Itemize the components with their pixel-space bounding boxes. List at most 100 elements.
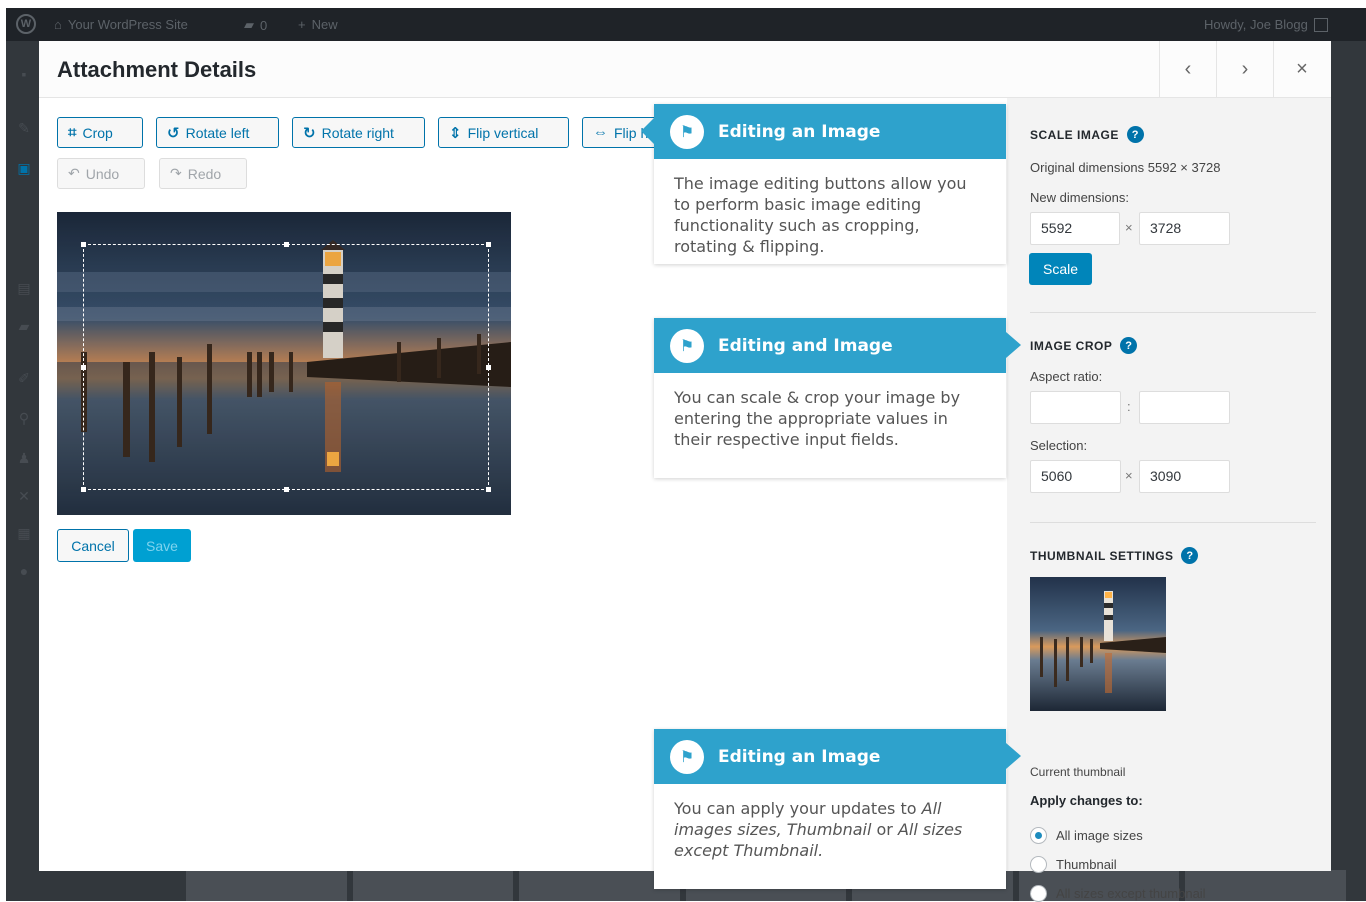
thumbnail-settings-title: Thumbnail Settings [1030,548,1174,563]
close-button[interactable]: × [1273,41,1330,98]
scale-button[interactable]: Scale [1029,253,1092,285]
tour-callout-body: You can apply your updates to All images… [654,784,1006,871]
site-name-link[interactable]: ⌂ Your WordPress Site [54,17,188,32]
collapse-icon[interactable]: ● [14,563,34,579]
comments-link[interactable]: ▰ 0 [244,17,267,33]
tour-callout-title: Editing an Image [718,121,881,142]
callout-pointer [1006,743,1021,769]
redo-button[interactable]: ↷ Redo [159,158,247,189]
radio-button[interactable] [1030,885,1047,902]
tour-callout-header: ⚑ Editing and Image [654,318,1021,373]
selection-separator: × [1125,468,1133,483]
crop-handle[interactable] [486,365,491,370]
aspect-width-input[interactable] [1030,391,1121,424]
next-button[interactable]: › [1216,41,1273,98]
section-divider [1030,522,1316,523]
tour-callout-title: Editing an Image [718,746,881,767]
rotate-left-button[interactable]: ↺ Rotate left [156,117,279,148]
callout-pointer [641,118,654,144]
dashboard-icon[interactable]: ▪ [14,66,34,82]
home-icon: ⌂ [54,17,62,32]
page-title: Attachment Details [57,57,257,82]
wordpress-logo-icon[interactable]: W [16,14,36,34]
admin-bar: W ⌂ Your WordPress Site ▰ 0 + New Howdy,… [6,8,1366,41]
avatar [1313,17,1328,32]
scale-width-input[interactable]: 5592 [1030,212,1120,245]
new-content-link[interactable]: + New [298,17,338,32]
flip-vertical-button[interactable]: ⇕ Flip vertical [438,117,569,148]
selection-height-input[interactable]: 3090 [1139,460,1230,493]
redo-label: Redo [187,165,222,182]
crop-handle[interactable] [486,487,491,492]
aspect-height-input[interactable] [1139,391,1230,424]
plugins-icon[interactable]: ⚲ [14,410,34,426]
pages-icon[interactable]: ▤ [14,280,34,296]
crop-handle[interactable] [81,365,86,370]
appearance-icon[interactable]: ✐ [14,370,34,386]
image-preview[interactable] [57,212,511,515]
redo-icon: ↷ [170,165,182,181]
rotate-right-label: Rotate right [321,124,394,141]
greeting-text: Howdy, Joe Blogg [1204,17,1308,32]
chevron-left-icon: ‹ [1184,58,1192,80]
posts-icon[interactable]: ✎ [14,120,34,136]
radio-label: All image sizes [1056,828,1143,843]
flag-icon: ⚑ [670,328,704,363]
callout-pointer [1006,332,1021,358]
crop-icon: ⌗ [68,124,77,141]
account-menu[interactable]: Howdy, Joe Blogg [1204,17,1328,32]
save-button[interactable]: Save [133,529,191,562]
crop-handle[interactable] [486,242,491,247]
tour-callout-title: Editing and Image [718,335,893,356]
scale-image-title: Scale Image [1030,127,1119,142]
current-thumbnail-image [1030,577,1166,711]
plus-icon: + [298,17,306,32]
rotate-right-button[interactable]: ↻ Rotate right [292,117,425,148]
new-dimensions-label: New dimensions: [1030,190,1129,205]
comments-menu-icon[interactable]: ▰ [14,318,34,334]
help-icon[interactable]: ? [1181,547,1199,564]
original-dimensions: Original dimensions 5592 × 3728 [1030,160,1221,175]
grid-thumb [1185,870,1347,901]
selection-width-input[interactable]: 5060 [1030,460,1121,493]
cancel-button[interactable]: Cancel [57,529,129,562]
crop-handle[interactable] [284,242,289,247]
thumbnail-photo [1030,577,1166,711]
radio-thumbnail[interactable]: Thumbnail [1030,856,1117,873]
media-icon[interactable]: ▣ [14,160,34,176]
comment-icon: ▰ [244,17,254,32]
tour-callout: ⚑ Editing an Image You can apply your up… [654,729,1021,889]
aspect-separator: : [1127,399,1131,414]
scale-height-input[interactable]: 3728 [1139,212,1230,245]
crop-handle[interactable] [284,487,289,492]
users-icon[interactable]: ♟ [14,450,34,466]
crop-handle[interactable] [81,487,86,492]
tools-icon[interactable]: ✕ [14,488,34,504]
radio-all-except-thumbnail[interactable]: All sizes except thumbnail [1030,885,1206,902]
previous-button[interactable]: ‹ [1159,41,1216,98]
help-icon[interactable]: ? [1126,126,1144,143]
help-icon[interactable]: ? [1120,337,1138,354]
comments-count: 0 [260,17,268,33]
crop-handle[interactable] [81,242,86,247]
rotate-right-icon: ↻ [303,124,316,142]
flag-icon: ⚑ [670,114,704,149]
radio-button[interactable] [1030,856,1047,873]
new-label: New [311,17,338,32]
radio-label: All sizes except thumbnail [1056,886,1206,901]
settings-icon[interactable]: ▦ [14,525,34,541]
radio-button[interactable] [1030,827,1047,844]
crop-label: Crop [82,124,113,141]
crop-button[interactable]: ⌗ Crop [57,117,143,148]
chevron-right-icon: › [1241,58,1249,80]
aspect-ratio-label: Aspect ratio: [1030,369,1103,384]
tour-callout-header: ⚑ Editing an Image [641,104,1006,159]
tour-callout-body: You can scale & crop your image by enter… [674,388,961,449]
tour-callout: ⚑ Editing and Image You can scale & crop… [654,318,1021,478]
scale-image-heading: Scale Image ? [1030,126,1144,143]
crop-selection-box[interactable] [81,242,491,492]
grid-thumb [186,870,347,901]
undo-button[interactable]: ↶ Undo [57,158,145,189]
image-crop-heading: Image Crop ? [1030,337,1138,354]
radio-all-image-sizes[interactable]: All image sizes [1030,827,1143,844]
